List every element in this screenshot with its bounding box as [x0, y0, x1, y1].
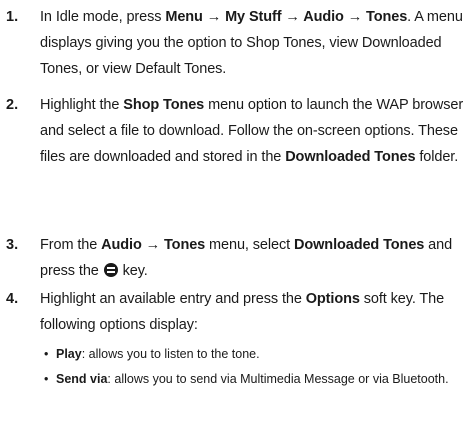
downloaded-tones-label: Downloaded Tones: [285, 149, 416, 165]
downloaded-tones-label: Downloaded Tones: [294, 237, 425, 253]
options-label: Options: [305, 291, 360, 307]
tones-label: Tones: [164, 237, 206, 253]
audio-label: Audio: [101, 237, 142, 253]
center-select-key-icon: [103, 263, 118, 277]
bullet-icon: •: [44, 347, 49, 361]
shop-tones-label: Shop Tones: [123, 97, 205, 113]
option-term: Play: [56, 347, 82, 361]
option-term: Send via: [56, 372, 108, 386]
step-text: From the Audio → Tones menu, select Down…: [40, 237, 453, 279]
step-number: 2.: [6, 97, 19, 113]
audio-label: Audio: [303, 9, 344, 25]
bullet-icon: •: [44, 372, 49, 386]
step-text: Highlight an available entry and press t…: [40, 291, 445, 333]
step-number: 3.: [6, 237, 19, 253]
list-item: • Play: allows you to listen to the tone.: [44, 347, 260, 361]
step-number: 1.: [6, 9, 19, 25]
my-stuff-label: My Stuff: [225, 9, 282, 25]
step-text: Highlight the Shop Tones menu option to …: [40, 97, 464, 165]
step-text: In Idle mode, press Menu → My Stuff → Au…: [40, 9, 463, 77]
menu-label: Menu: [165, 9, 203, 25]
manual-page: 1. In Idle mode, press Menu → My Stuff →…: [0, 0, 473, 428]
options-list: • Play: allows you to listen to the tone.…: [44, 346, 469, 396]
step-number: 4.: [6, 291, 19, 307]
list-item: • Send via: allows you to send via Multim…: [44, 372, 449, 386]
tones-label: Tones: [366, 9, 408, 25]
